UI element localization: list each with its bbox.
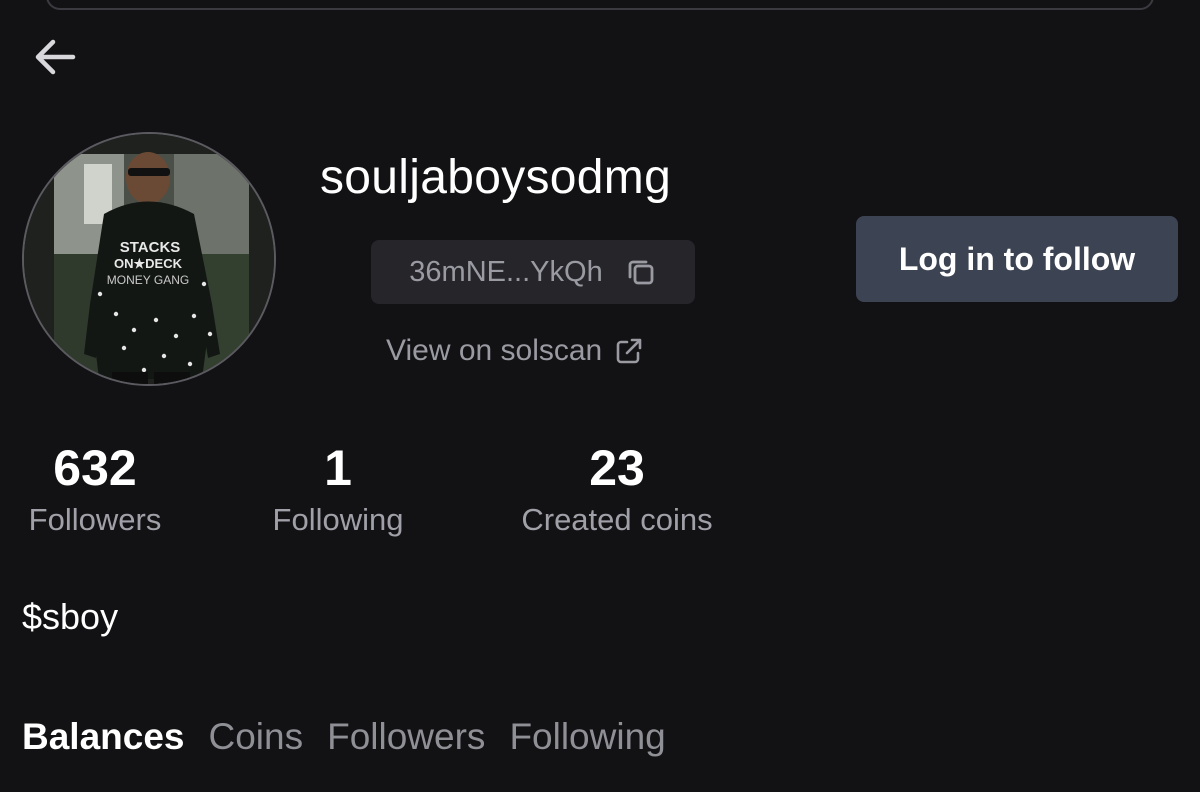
tab-following[interactable]: Following — [509, 716, 665, 758]
tab-coins[interactable]: Coins — [209, 716, 304, 758]
username: souljaboysodmg — [320, 151, 672, 204]
followers-count: 632 — [53, 440, 137, 496]
tab-followers[interactable]: Followers — [327, 716, 485, 758]
copy-icon[interactable] — [625, 256, 657, 288]
log-in-to-follow-button[interactable]: Log in to follow — [856, 216, 1178, 302]
svg-text:STACKS: STACKS — [120, 239, 181, 256]
profile-page: STACKS ON★DECK MONEY GANG souljaboysodmg… — [0, 0, 1200, 792]
created-coins-label: Created coins — [521, 502, 713, 537]
svg-text:ON★DECK: ON★DECK — [114, 256, 183, 271]
profile-ticker: $sboy — [22, 596, 119, 637]
followers-label: Followers — [28, 502, 162, 537]
external-link-icon — [616, 338, 642, 364]
following-count: 1 — [324, 440, 352, 496]
arrow-left-icon — [35, 39, 76, 75]
avatar-image: STACKS ON★DECK MONEY GANG — [24, 134, 274, 384]
wallet-address: 36mNE...YkQh — [409, 255, 603, 288]
svg-text:MONEY GANG: MONEY GANG — [107, 273, 189, 287]
back-button[interactable] — [28, 30, 82, 84]
tab-balances[interactable]: Balances — [22, 716, 185, 758]
avatar: STACKS ON★DECK MONEY GANG — [22, 132, 276, 386]
stat-followers[interactable]: 632 Followers — [22, 438, 168, 538]
created-coins-count: 23 — [589, 440, 645, 496]
wallet-address-chip[interactable]: 36mNE...YkQh — [371, 240, 695, 304]
profile-tabs: Balances Coins Followers Following — [22, 716, 666, 758]
solscan-link[interactable]: View on solscan — [386, 334, 644, 368]
search-bar[interactable] — [46, 0, 1154, 10]
following-label: Following — [272, 502, 404, 537]
stat-created-coins[interactable]: 23 Created coins — [506, 438, 728, 538]
solscan-label: View on solscan — [386, 334, 603, 367]
stat-following[interactable]: 1 Following — [262, 438, 414, 538]
